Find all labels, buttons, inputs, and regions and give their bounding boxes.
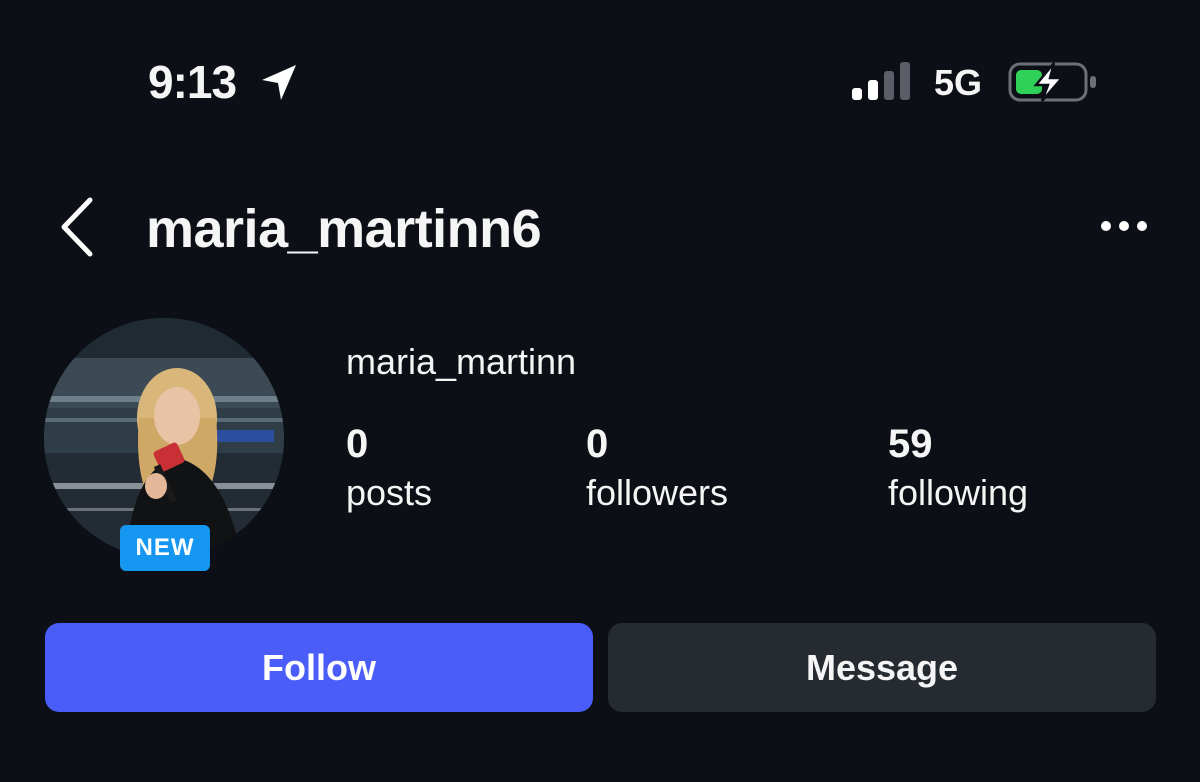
new-badge: NEW: [120, 525, 210, 571]
follow-button[interactable]: Follow: [45, 623, 593, 712]
avatar-photo: [44, 318, 284, 558]
stat-followers[interactable]: 0 followers: [586, 420, 728, 518]
network-label: 5G: [934, 62, 983, 103]
followers-label: followers: [586, 472, 729, 513]
profile-screen: 9:13 5G maria_martinn6 NEW maria_martinn…: [0, 0, 1200, 782]
stat-posts[interactable]: 0 posts: [346, 420, 432, 518]
status-time: 9:13: [148, 56, 237, 108]
message-button[interactable]: Message: [608, 623, 1156, 712]
cellular-signal-icon: [852, 62, 910, 100]
stat-following[interactable]: 59 following: [888, 420, 1028, 518]
following-count: 59: [888, 422, 933, 466]
profile-username: maria_martinn6: [146, 199, 542, 259]
battery-charging-icon: [1008, 62, 1096, 102]
following-label: following: [888, 472, 1029, 513]
more-options-button[interactable]: [1094, 208, 1154, 244]
profile-avatar[interactable]: [44, 318, 284, 558]
location-arrow-icon: [262, 65, 296, 100]
back-button[interactable]: [54, 196, 106, 258]
posts-count: 0: [346, 422, 369, 466]
posts-label: posts: [346, 472, 433, 513]
followers-count: 0: [586, 422, 609, 466]
display-name: maria_martinn: [346, 341, 577, 382]
